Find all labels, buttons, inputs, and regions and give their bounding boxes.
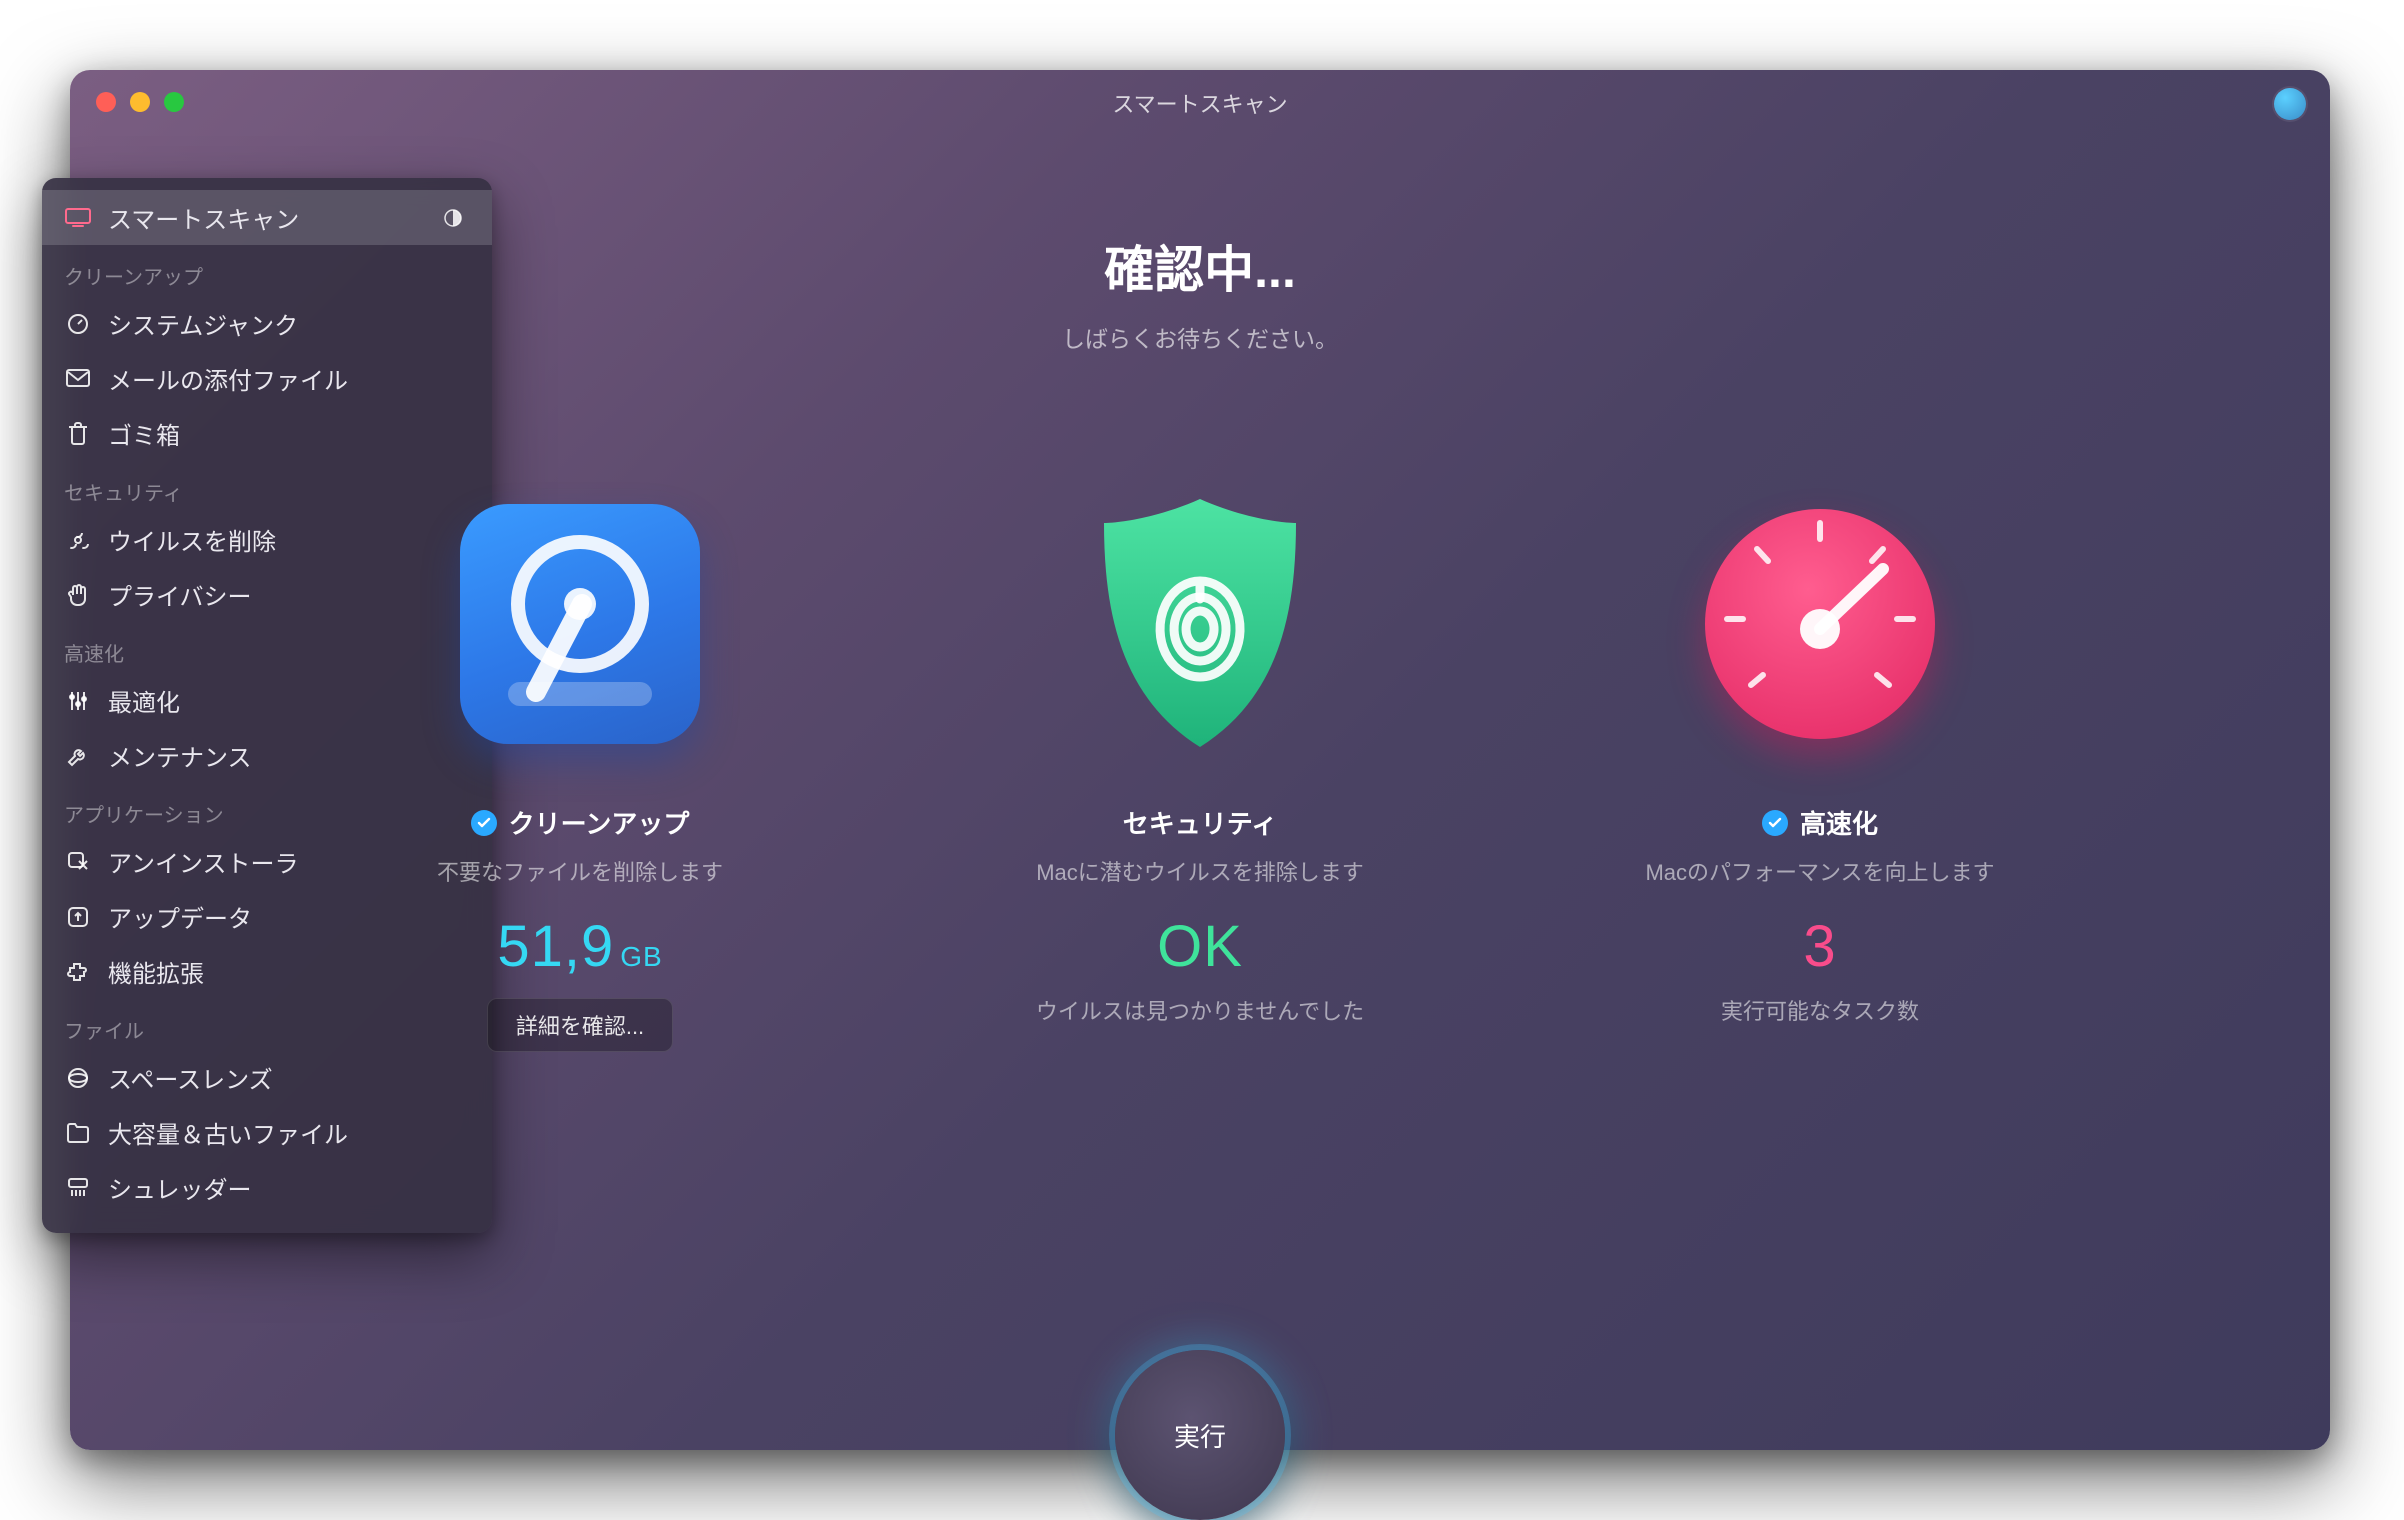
window-title: スマートスキャン [1112, 87, 1287, 119]
speed-value: 3 [1803, 913, 1836, 980]
cleanup-value: 51,9GB [497, 913, 662, 980]
titlebar: スマートスキャン [70, 70, 2330, 136]
security-card: セキュリティ Macに潜むウイルスを排除します OK ウイルスは見つかりませんで… [990, 494, 1410, 1052]
details-button[interactable]: 詳細を確認... [487, 998, 673, 1052]
run-button[interactable]: 実行 [1115, 1350, 1285, 1520]
account-avatar[interactable] [2274, 88, 2306, 120]
cleanup-title: クリーンアップ [509, 804, 690, 841]
cleanup-value-unit: GB [620, 941, 662, 972]
status-subtitle: しばらくお待ちください。 [70, 320, 2330, 354]
cleanup-desc: 不要なファイルを削除します [437, 855, 723, 887]
speed-card: 高速化 Macのパフォーマンスを向上します 3 実行可能なタスク数 [1610, 494, 2030, 1052]
result-cards: クリーンアップ 不要なファイルを削除します 51,9GB 詳細を確認... [70, 494, 2330, 1052]
speedometer-icon [1690, 494, 1950, 754]
cleanup-value-number: 51,9 [497, 914, 614, 979]
security-sub: ウイルスは見つかりませんでした [1036, 994, 1364, 1026]
speed-desc: Macのパフォーマンスを向上します [1645, 855, 1994, 887]
shield-icon [1070, 494, 1330, 754]
security-desc: Macに潜むウイルスを排除します [1036, 855, 1364, 887]
speed-title: 高速化 [1800, 804, 1878, 841]
app-window: スマートスキャン スマートスキャン クリーンアップ システムジャンク メールの添… [70, 70, 2330, 1450]
run-button-label: 実行 [1174, 1417, 1226, 1454]
check-icon [471, 810, 497, 836]
main-content: 確認中... しばらくお待ちください。 [70, 190, 2330, 1450]
security-title-row: セキュリティ [1123, 804, 1277, 841]
security-value: OK [1157, 913, 1243, 980]
speed-title-row: 高速化 [1762, 804, 1878, 841]
cleanup-card: クリーンアップ 不要なファイルを削除します 51,9GB 詳細を確認... [370, 494, 790, 1052]
speed-sub: 実行可能なタスク数 [1721, 994, 1919, 1026]
status-title: 確認中... [70, 230, 2330, 302]
check-icon [1762, 810, 1788, 836]
cleanup-title-row: クリーンアップ [471, 804, 690, 841]
disk-icon [450, 494, 710, 754]
security-title: セキュリティ [1123, 804, 1277, 841]
